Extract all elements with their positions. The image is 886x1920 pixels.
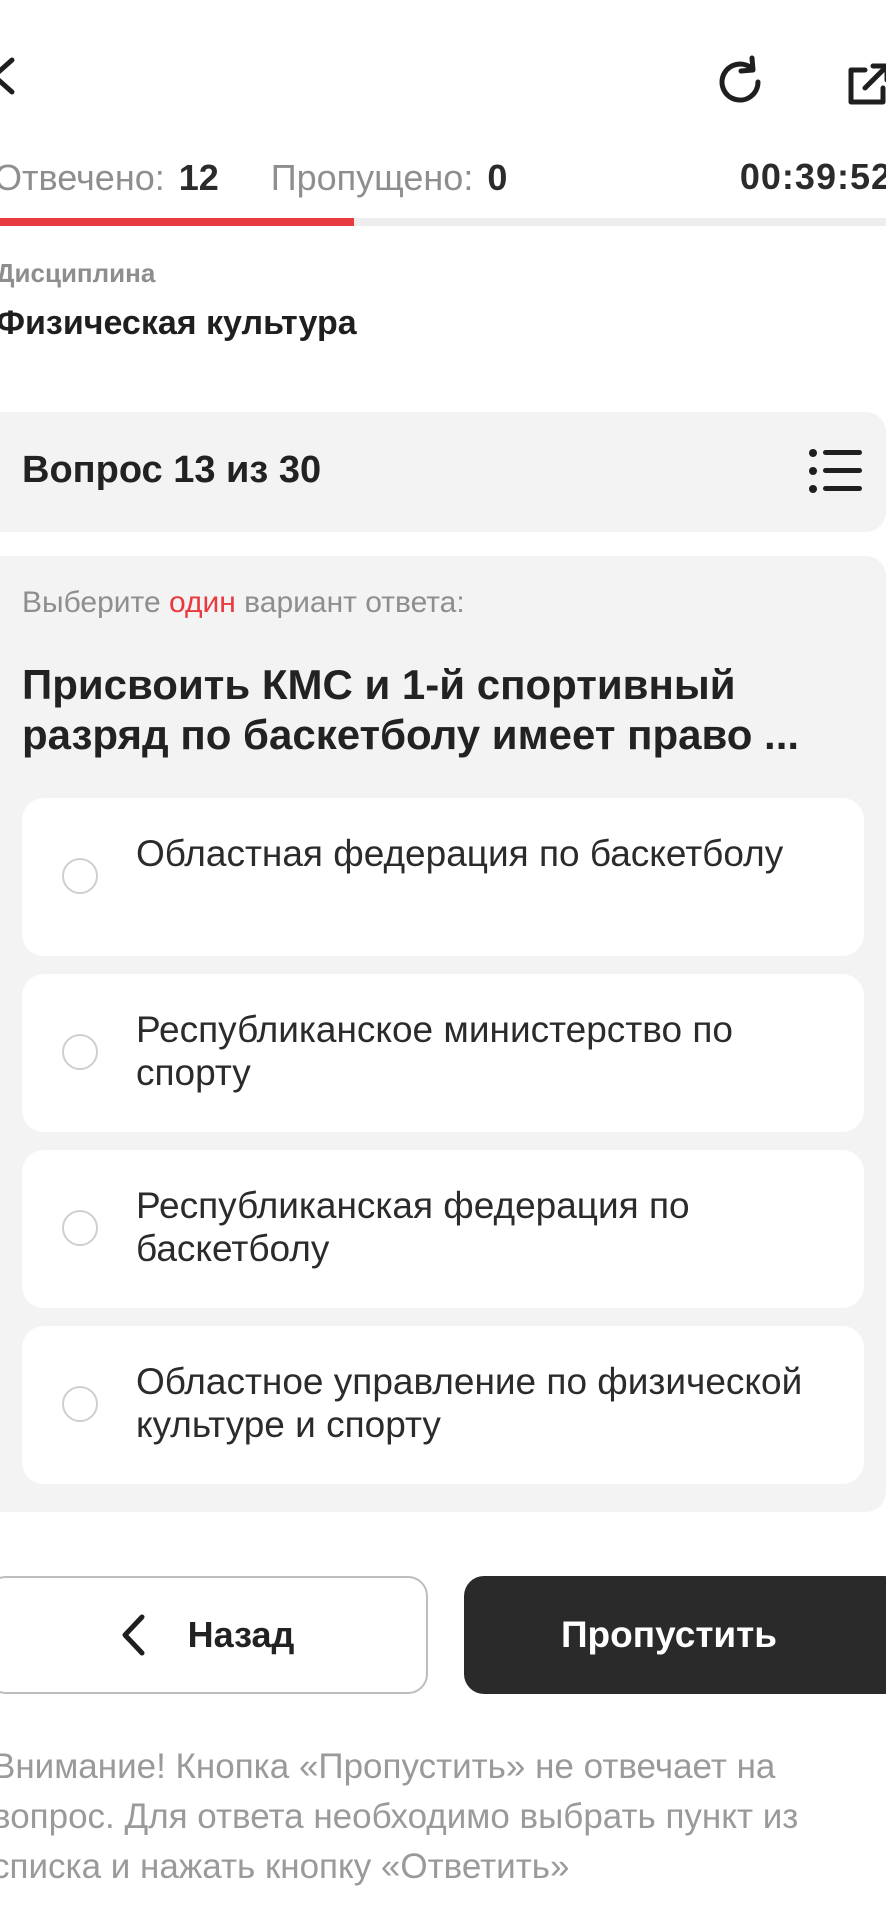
instruction-after: вариант ответа:: [235, 586, 465, 619]
skip-notice: Внимание! Кнопка «Пропустить» не отвечае…: [0, 1747, 799, 1886]
question-text: Присвоить КМС и 1-й спортивный разряд по…: [22, 661, 800, 758]
radio-button[interactable]: [62, 1386, 98, 1422]
chevron-left-icon: [122, 1614, 145, 1656]
skipped-count: 0: [487, 157, 508, 198]
skip-button[interactable]: Пропустить: [464, 1576, 886, 1694]
progress-fill: [0, 218, 355, 226]
instruction-text: Выберите один вариант ответа:: [22, 586, 465, 620]
answer-option-label: Республиканская федерация по баскетболу: [136, 1185, 690, 1269]
answer-option[interactable]: Республиканское министерство по спорту: [22, 974, 864, 1132]
skipped-label: Пропущено:: [270, 157, 474, 198]
skip-button-label: Пропустить: [560, 1614, 778, 1655]
refresh-icon[interactable]: [712, 54, 768, 110]
answered-label: Отвечено:: [0, 157, 165, 198]
back-button[interactable]: Назад: [0, 1576, 428, 1694]
list-icon[interactable]: [808, 448, 864, 494]
answered-count: 12: [178, 157, 219, 198]
answer-option[interactable]: Областное управление по физической культ…: [22, 1326, 864, 1484]
radio-button[interactable]: [62, 1034, 98, 1070]
discipline-label: Дисциплина: [0, 258, 156, 288]
share-icon[interactable]: [843, 60, 886, 110]
instruction-accent: один: [168, 586, 236, 619]
answer-option-label: Республиканское министерство по спорту: [136, 1009, 733, 1093]
radio-button[interactable]: [62, 1210, 98, 1246]
answer-option-label: Областная федерация по баскетболу: [136, 833, 784, 874]
answer-option[interactable]: Республиканская федерация по баскетболу: [22, 1150, 864, 1308]
timer: 00:39:52: [739, 156, 886, 197]
discipline-name: Физическая культура: [0, 304, 357, 342]
answer-option[interactable]: Областная федерация по баскетболу: [22, 798, 864, 956]
progress-bar: [0, 218, 886, 226]
instruction-before: Выберите: [22, 586, 169, 619]
answer-option-label: Областное управление по физической культ…: [136, 1361, 803, 1445]
chevron-left-icon[interactable]: [0, 56, 16, 96]
radio-button[interactable]: [62, 858, 98, 894]
answer-stats: Отвечено: 12 Пропущено: 0: [0, 156, 507, 200]
back-button-label: Назад: [187, 1614, 295, 1655]
question-counter: Вопрос 13 из 30: [22, 449, 322, 491]
